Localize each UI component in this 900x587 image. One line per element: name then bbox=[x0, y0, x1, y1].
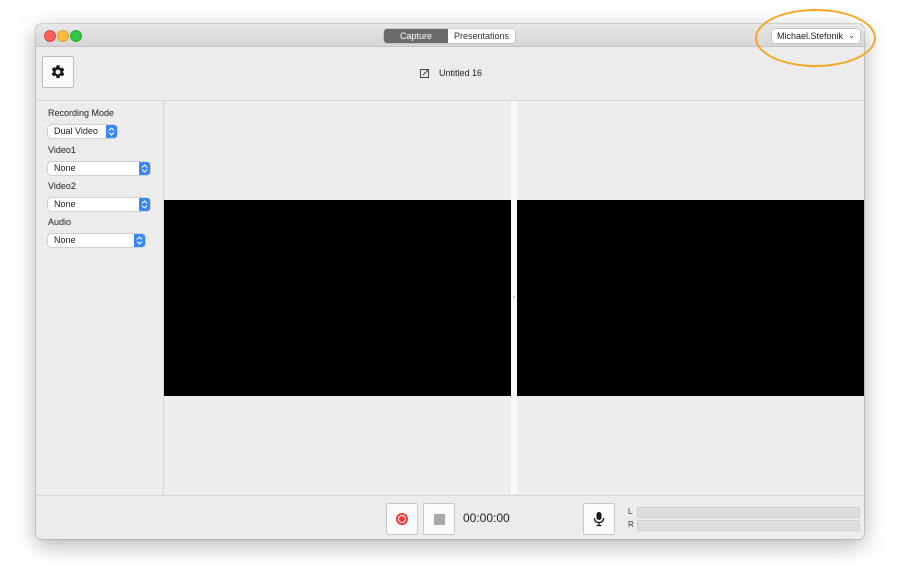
video1-value: None bbox=[54, 163, 76, 173]
title-bar: Capture Presentations Michael.Stefonik ⌄ bbox=[36, 24, 864, 47]
microphone-icon bbox=[593, 512, 605, 527]
recording-mode-label: Recording Mode bbox=[48, 108, 115, 118]
audio-level-meter-right bbox=[637, 520, 860, 531]
video1-select[interactable]: None bbox=[48, 162, 150, 175]
edit-square-icon[interactable] bbox=[420, 68, 430, 78]
video1-label: Video1 bbox=[48, 145, 76, 155]
zoom-window-button[interactable] bbox=[70, 30, 82, 42]
user-account-name: Michael.Stefonik bbox=[777, 31, 844, 41]
video1-preview bbox=[164, 200, 511, 396]
mode-segmented-control: Capture Presentations bbox=[384, 29, 515, 43]
document-title-area[interactable]: Untitled 16 bbox=[420, 66, 482, 80]
stop-icon bbox=[433, 513, 445, 525]
app-window: Capture Presentations Michael.Stefonik ⌄… bbox=[36, 24, 864, 539]
audio-value: None bbox=[54, 235, 76, 245]
audio-select[interactable]: None bbox=[48, 234, 145, 247]
audio-label: Audio bbox=[48, 217, 72, 227]
user-account-dropdown[interactable]: Michael.Stefonik ⌄ bbox=[772, 29, 860, 43]
level-left-label: L bbox=[628, 507, 633, 516]
level-right-label: R bbox=[628, 520, 634, 529]
document-title: Untitled 16 bbox=[439, 68, 483, 78]
recording-mode-select[interactable]: Dual Video bbox=[48, 125, 117, 138]
stepper-arrows-icon bbox=[139, 198, 150, 211]
record-icon bbox=[396, 513, 408, 525]
video-preview-area bbox=[164, 101, 864, 494]
video2-value: None bbox=[54, 199, 76, 209]
stepper-arrows-icon bbox=[106, 125, 117, 138]
video2-label: Video2 bbox=[48, 181, 76, 191]
microphone-button[interactable] bbox=[583, 503, 615, 535]
audio-level-meter-left bbox=[637, 507, 860, 518]
elapsed-time: 00:00:00 bbox=[463, 511, 510, 525]
settings-button[interactable] bbox=[42, 56, 74, 88]
video2-select[interactable]: None bbox=[48, 198, 150, 211]
recording-controls-bar: 00:00:00 L R bbox=[36, 495, 864, 539]
sidebar: Recording Mode Dual Video Video1 None Vi… bbox=[36, 101, 164, 494]
divider-handle[interactable] bbox=[513, 296, 515, 298]
stepper-arrows-icon bbox=[134, 234, 145, 247]
close-window-button[interactable] bbox=[44, 30, 56, 42]
stepper-arrows-icon bbox=[139, 162, 150, 175]
stop-button[interactable] bbox=[423, 503, 455, 535]
tab-capture[interactable]: Capture bbox=[384, 29, 448, 43]
recording-mode-value: Dual Video bbox=[54, 126, 98, 136]
chevron-down-icon: ⌄ bbox=[848, 31, 855, 40]
toolbar: Untitled 16 bbox=[36, 47, 864, 101]
tab-presentations[interactable]: Presentations bbox=[448, 29, 515, 43]
video2-preview bbox=[517, 200, 864, 396]
record-button[interactable] bbox=[386, 503, 418, 535]
gear-icon bbox=[51, 65, 65, 79]
minimize-window-button[interactable] bbox=[57, 30, 69, 42]
